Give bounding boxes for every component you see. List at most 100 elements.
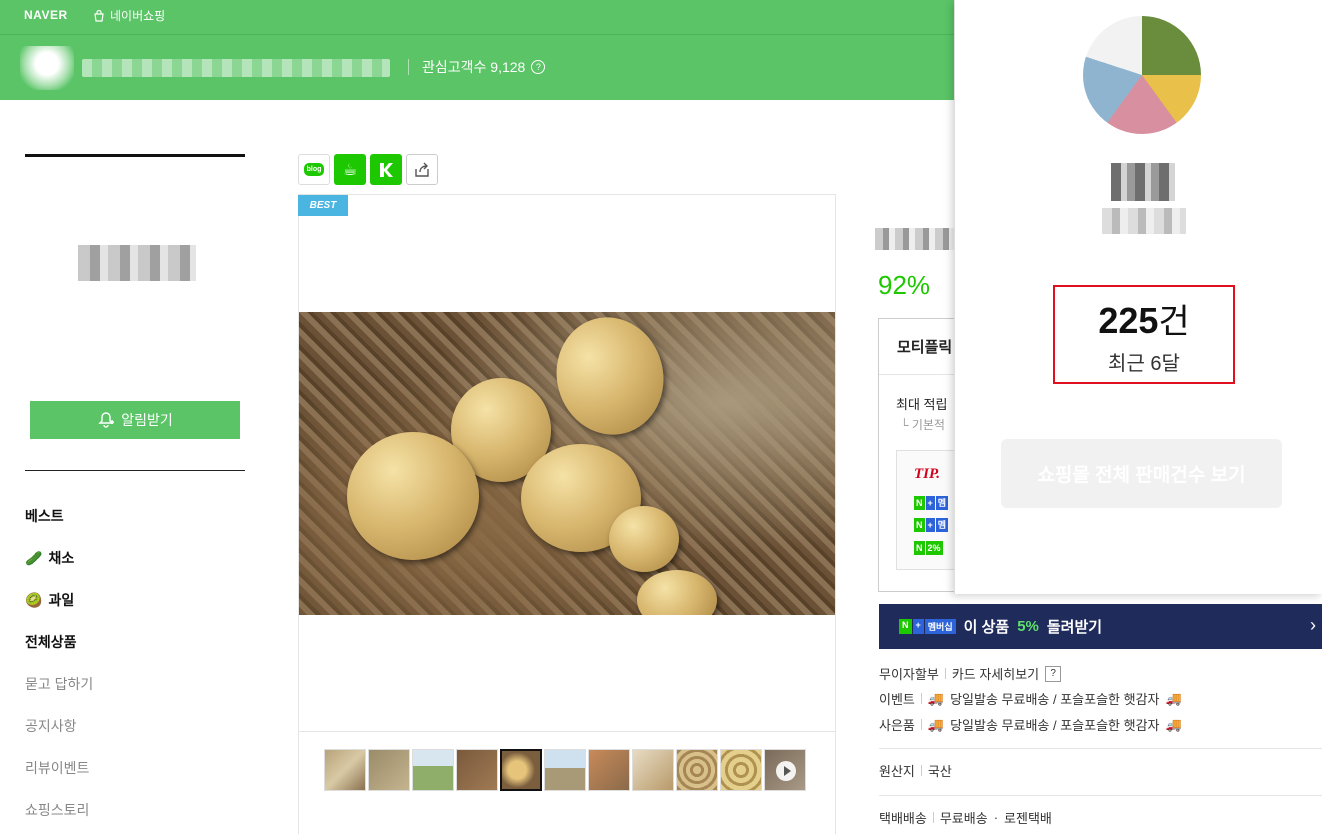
menu-item-qna[interactable]: 묻고 답하기 xyxy=(25,668,245,710)
menu-item-review-event[interactable]: 리뷰이벤트 xyxy=(25,752,245,794)
menu-item-best[interactable]: 베스트 xyxy=(25,500,245,542)
thumbnail[interactable] xyxy=(412,749,454,791)
thumbnail[interactable] xyxy=(368,749,410,791)
alarm-subscribe-label: 알림받기 xyxy=(121,412,173,428)
blog-icon: blog xyxy=(303,163,325,176)
divider xyxy=(920,719,922,730)
row-divider xyxy=(879,748,1322,749)
kakao-share-button[interactable] xyxy=(370,154,402,185)
delivery-label: 택배배송 xyxy=(879,811,927,826)
banner-text-after: 돌려받기 xyxy=(1046,619,1103,636)
banner-text-before: 이 상품 xyxy=(963,619,1010,636)
membership-pill: N + 멤버십 xyxy=(899,619,956,634)
thumbnail[interactable] xyxy=(324,749,366,791)
product-main-photo[interactable] xyxy=(299,312,835,615)
membership-badge-text: 멤 xyxy=(935,496,949,510)
membership-badge: N + 멤 xyxy=(914,496,949,510)
divider xyxy=(920,693,922,704)
delivery-row: 택배배송 무료배송 · 로젠택배 xyxy=(879,808,1052,827)
help-icon[interactable]: ? xyxy=(1045,665,1062,682)
menu-item-label: 쇼핑스토리 xyxy=(25,802,90,818)
potato-shape xyxy=(543,312,677,447)
video-thumbnail[interactable] xyxy=(764,749,806,791)
menu-item-label: 전체상품 xyxy=(25,634,77,650)
menu-item-vegetables[interactable]: 🥒 채소 xyxy=(25,542,245,584)
plus-badge: + xyxy=(912,619,924,634)
view-total-sales-button[interactable]: 쇼핑몰 전체 판매건수 보기 xyxy=(1001,439,1282,508)
gift-text: 당일발송 무료배송 / 포슬포슬한 햇감자 xyxy=(950,718,1160,733)
cucumber-icon: 🥒 xyxy=(25,549,43,566)
truck-icon: 🚚 xyxy=(927,716,945,732)
naver-n-badge: N xyxy=(914,496,925,510)
plus-badge: + xyxy=(925,496,935,510)
followers-label: 관심고객수 9,128 xyxy=(422,59,526,75)
menu-item-all-products[interactable]: 전체상품 xyxy=(25,626,245,668)
naver-logo[interactable]: NAVER xyxy=(24,8,68,22)
card-detail-link[interactable]: 카드 자세히보기 xyxy=(952,664,1039,683)
thumbnail-selected[interactable] xyxy=(500,749,542,791)
alarm-subscribe-button[interactable]: 알림받기 xyxy=(30,401,240,439)
potato-shape xyxy=(609,506,679,572)
seller-name-redacted xyxy=(1111,163,1175,201)
share-icon xyxy=(415,162,429,177)
thumbnail[interactable] xyxy=(676,749,718,791)
bullet-dot: · xyxy=(993,810,999,825)
store-name-redacted xyxy=(82,59,390,77)
thumbnail[interactable] xyxy=(544,749,586,791)
courier-name: 로젠택배 xyxy=(1004,811,1052,826)
category-menu: 베스트 🥒 채소 🥝 과일 전체상품 묻고 답하기 공지사항 리뷰이벤트 쇼핑스토리 xyxy=(25,500,245,836)
naver-shopping-label: 네이버쇼핑 xyxy=(110,9,166,23)
truck-icon: 🚚 xyxy=(927,690,945,706)
installment-row: 무이자할부 카드 자세히보기 ? xyxy=(879,664,1062,683)
cafe-cup-icon: ☕ xyxy=(342,161,358,179)
thumbnail-strip xyxy=(324,749,806,791)
event-row: 이벤트 🚚 당일발송 무료배송 / 포슬포슬한 햇감자 🚚 xyxy=(879,689,1182,708)
installment-label[interactable]: 무이자할부 xyxy=(879,664,939,683)
event-label: 이벤트 xyxy=(879,692,915,707)
menu-item-notice[interactable]: 공지사항 xyxy=(25,710,245,752)
cafe-share-button[interactable]: ☕ xyxy=(334,154,366,185)
menu-item-label: 공지사항 xyxy=(25,718,77,734)
origin-row: 원산지 국산 xyxy=(879,761,952,780)
divider xyxy=(944,668,946,679)
gift-label: 사은품 xyxy=(879,718,915,733)
sales-unit: 건 xyxy=(1158,302,1190,341)
discount-rate: 92% xyxy=(878,270,931,300)
naver-shopping-link[interactable]: 네이버쇼핑 xyxy=(92,7,165,24)
product-title-redacted xyxy=(875,228,955,250)
menu-item-shopping-story[interactable]: 쇼핑스토리 xyxy=(25,794,245,836)
banner-percent: 5% xyxy=(1017,618,1039,635)
thumbnail-divider xyxy=(299,731,835,732)
blog-share-button[interactable]: blog xyxy=(298,154,330,185)
followers-count: 관심고객수 9,128 ? xyxy=(422,57,546,77)
origin-label: 원산지 xyxy=(879,764,915,779)
plus-badge: + xyxy=(925,518,935,532)
thumbnail[interactable] xyxy=(456,749,498,791)
k-logo-icon xyxy=(380,162,393,177)
sidebar-mid-rule xyxy=(25,470,245,471)
play-icon xyxy=(776,761,796,781)
thumbnail[interactable] xyxy=(720,749,762,791)
percent-badge: 2% xyxy=(925,541,943,555)
thumbnail[interactable] xyxy=(588,749,630,791)
help-icon[interactable]: ? xyxy=(531,60,546,74)
chevron-right-icon: › xyxy=(1310,615,1316,635)
origin-value: 국산 xyxy=(927,764,952,779)
tip-label: TIP. xyxy=(914,466,940,482)
share-toolbar: blog ☕ xyxy=(298,154,438,185)
share-link-button[interactable] xyxy=(406,154,438,185)
kiwi-icon: 🥝 xyxy=(25,591,43,608)
thumbnail[interactable] xyxy=(632,749,674,791)
truck-icon: 🚚 xyxy=(1165,690,1182,706)
sidebar-top-rule xyxy=(25,154,245,157)
membership-cashback-banner[interactable]: N + 멤버십 이 상품 5% 돌려받기 › xyxy=(879,604,1322,649)
benefit-title: 모티플릭 xyxy=(897,339,953,356)
store-avatar[interactable] xyxy=(20,46,74,90)
seller-sales-popup: 225건 최근 6달 쇼핑몰 전체 판매건수 보기 xyxy=(954,0,1322,594)
seller-avatar-redacted xyxy=(1083,16,1201,134)
store-logo-redacted[interactable] xyxy=(78,245,196,281)
menu-item-fruits[interactable]: 🥝 과일 xyxy=(25,584,245,626)
membership-badge-text: 멤버십 xyxy=(924,619,956,634)
benefit-divider xyxy=(879,374,955,375)
potato-shape xyxy=(347,432,479,560)
